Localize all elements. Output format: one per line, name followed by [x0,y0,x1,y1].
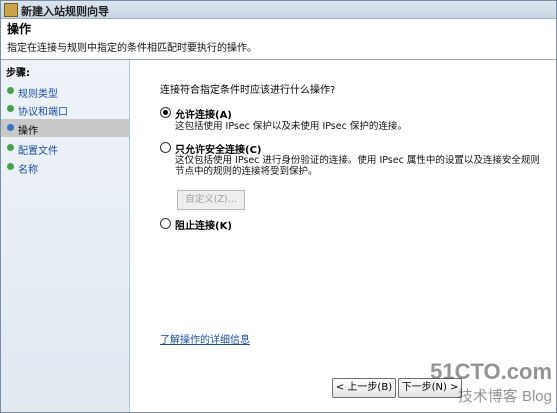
next-button[interactable]: 下一步(N) > [398,378,462,398]
step-label: 协议和端口 [18,107,68,118]
page-description: 指定在连接与规则中指定的条件相匹配时要执行的操作。 [7,43,257,54]
step-pending-icon [7,144,14,151]
page-title: 操作 [7,22,32,36]
block-connection-label[interactable]: 阻止连接(K) [175,217,232,232]
step-complete-icon [7,87,14,94]
back-button[interactable]: < 上一步(B) [332,378,396,398]
allow-connection-desc: 这包括使用 IPsec 保护以及未使用 IPsec 保护的连接。 [175,121,407,132]
step-label: 名称 [18,165,38,176]
step-profile[interactable]: 配置文件 [1,139,129,157]
allow-connection-label[interactable]: 允许连接(A) [175,106,232,121]
step-name[interactable]: 名称 [1,158,129,176]
step-rule-type[interactable]: 规则类型 [1,82,129,100]
wizard-header: 操作 指定在连接与规则中指定的条件相匹配时要执行的操作。 [1,19,556,60]
customize-button[interactable]: 自定义(Z)... [177,190,245,210]
step-label: 配置文件 [18,146,58,157]
step-label: 操作 [18,126,38,137]
action-question: 连接符合指定条件时应该进行什么操作? [160,85,336,96]
steps-title: 步骤: [6,68,30,79]
step-pending-icon [7,163,14,170]
steps-panel: 步骤: 规则类型 协议和端口 操作 配置文件 名称 [1,60,130,412]
wizard-window: 新建入站规则向导 操作 指定在连接与规则中指定的条件相匹配时要执行的操作。 步骤… [0,0,557,413]
step-action[interactable]: 操作 [1,119,129,137]
step-current-icon [7,124,14,131]
step-protocol-port[interactable]: 协议和端口 [1,100,129,118]
learn-more-link[interactable]: 了解操作的详细信息 [160,331,250,346]
allow-connection-radio[interactable] [160,107,171,118]
allow-secure-desc: 这仅包括使用 IPsec 进行身份验证的连接。使用 IPsec 属性中的设置以及… [175,155,540,177]
allow-secure-label[interactable]: 只允许安全连接(C) [175,141,261,156]
window-title: 新建入站规则向导 [21,5,109,18]
step-label: 规则类型 [18,89,58,100]
wizard-icon [4,3,18,17]
title-bar: 新建入站规则向导 [1,1,556,19]
block-connection-radio[interactable] [160,218,171,229]
step-complete-icon [7,105,14,112]
main-content: 连接符合指定条件时应该进行什么操作? 允许连接(A) 这包括使用 IPsec 保… [130,60,556,412]
allow-secure-radio[interactable] [160,142,171,153]
